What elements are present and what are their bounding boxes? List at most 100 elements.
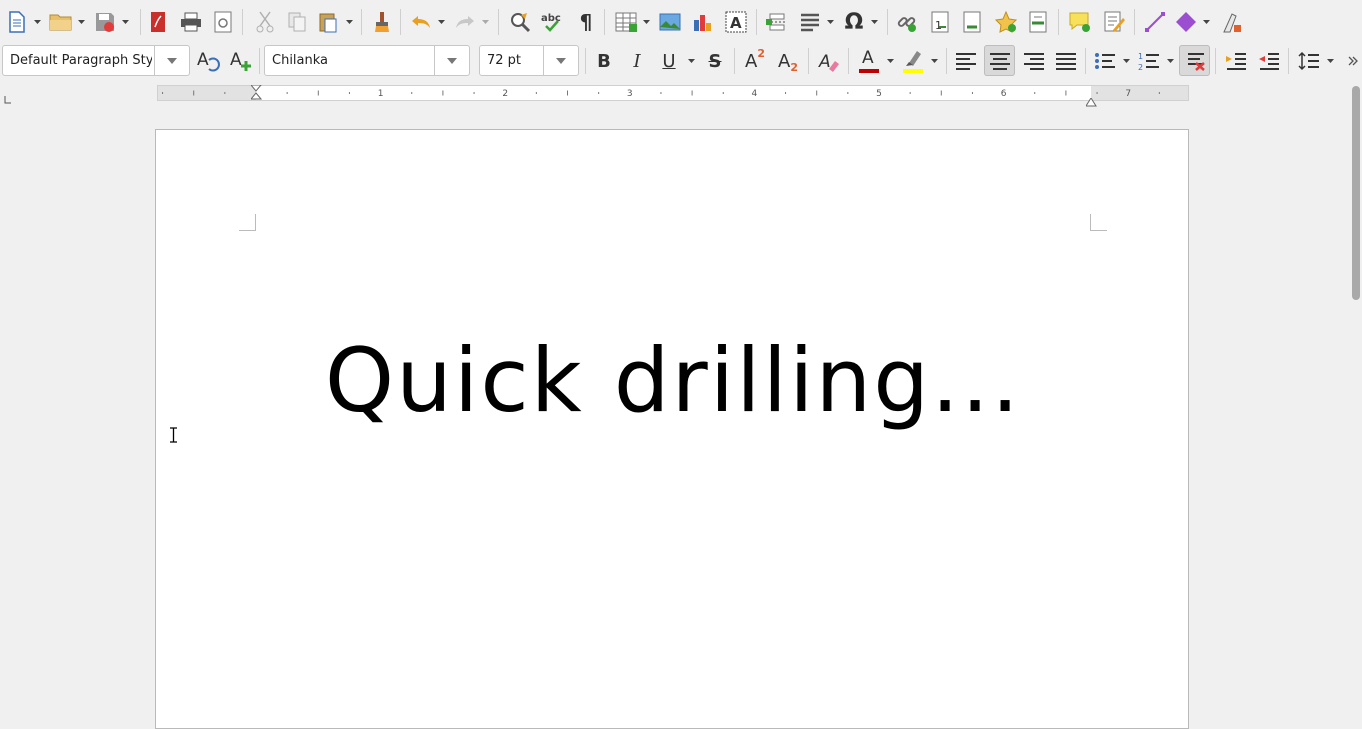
font-name-combo[interactable]: Chilanka — [264, 45, 470, 76]
copy-icon[interactable] — [284, 9, 310, 35]
font-size-combo[interactable]: 72 pt — [479, 45, 579, 76]
special-character-icon[interactable]: Ω — [841, 9, 867, 35]
align-left-button[interactable] — [953, 48, 979, 74]
italic-button[interactable]: I — [624, 48, 650, 74]
insert-table-dropdown-icon[interactable] — [641, 9, 651, 35]
clone-formatting-icon[interactable] — [369, 9, 395, 35]
formatting-marks-icon[interactable]: ¶ — [573, 9, 599, 35]
special-character-dropdown-icon[interactable] — [869, 9, 879, 35]
insert-line-icon[interactable] — [1142, 9, 1168, 35]
decrease-indent-button[interactable] — [1256, 48, 1282, 74]
separator — [1288, 48, 1289, 74]
horizontal-ruler[interactable]: 1 2 3 4 5 6 7 — [157, 84, 1189, 107]
corner-mark-top-right — [1090, 214, 1107, 231]
text-cursor-icon — [169, 427, 178, 447]
paragraph-style-combo[interactable]: Default Paragraph Styl — [2, 45, 190, 76]
font-name-dropdown-icon[interactable] — [434, 46, 469, 75]
undo-dropdown-icon[interactable] — [436, 9, 446, 35]
insert-hyperlink-icon[interactable] — [894, 9, 920, 35]
ruler-label: 4 — [752, 89, 758, 99]
cut-icon[interactable] — [252, 9, 278, 35]
insert-image-icon[interactable] — [657, 9, 683, 35]
bold-glyph: B — [597, 50, 611, 72]
highlight-color-button[interactable] — [900, 48, 926, 74]
font-color-button[interactable]: A — [856, 48, 882, 74]
new-dropdown-icon[interactable] — [32, 9, 42, 35]
toolbar-overflow-icon[interactable] — [1344, 48, 1362, 74]
unordered-list-button[interactable] — [1092, 48, 1118, 74]
document-text[interactable]: Quick drilling... — [156, 326, 1190, 436]
insert-field-dropdown-icon[interactable] — [825, 9, 835, 35]
line-spacing-dropdown-icon[interactable] — [1325, 48, 1335, 74]
export-pdf-icon[interactable] — [145, 9, 171, 35]
align-center-button[interactable] — [984, 45, 1015, 76]
scrollbar-thumb[interactable] — [1352, 86, 1360, 300]
highlight-color-swatch — [903, 69, 923, 73]
align-right-button[interactable] — [1021, 48, 1047, 74]
subscript-button[interactable]: A2 — [775, 48, 801, 74]
separator — [808, 48, 809, 74]
find-replace-icon[interactable] — [507, 9, 533, 35]
separator — [259, 48, 260, 74]
print-preview-icon[interactable] — [210, 9, 236, 35]
highlight-dropdown-icon[interactable] — [929, 48, 939, 74]
svg-text:1: 1 — [1138, 52, 1143, 61]
new-style-icon[interactable]: A — [228, 48, 254, 74]
insert-page-break-icon[interactable] — [764, 9, 790, 35]
draw-functions-icon[interactable] — [1218, 9, 1244, 35]
document-page[interactable]: Quick drilling... — [155, 129, 1189, 729]
insert-cross-reference-icon[interactable] — [1025, 9, 1051, 35]
paragraph-style-value[interactable]: Default Paragraph Styl — [10, 46, 152, 75]
update-style-icon[interactable]: A — [195, 48, 221, 74]
paste-dropdown-icon[interactable] — [344, 9, 354, 35]
spelling-icon[interactable]: abc — [539, 9, 565, 35]
print-icon[interactable] — [178, 9, 204, 35]
vertical-scrollbar[interactable] — [1349, 82, 1362, 663]
save-dropdown-icon[interactable] — [120, 9, 130, 35]
ordered-list-button[interactable]: 12 — [1136, 48, 1162, 74]
new-document-icon[interactable] — [4, 9, 30, 35]
insert-bookmark-icon[interactable] — [993, 9, 1019, 35]
underline-glyph: U — [662, 50, 676, 72]
insert-comment-icon[interactable] — [1067, 9, 1093, 35]
separator — [400, 9, 401, 35]
insert-endnote-icon[interactable] — [959, 9, 985, 35]
font-size-dropdown-icon[interactable] — [543, 46, 578, 75]
paragraph-style-dropdown-icon[interactable] — [154, 46, 189, 75]
clear-formatting-icon[interactable]: A — [816, 48, 842, 74]
strikethrough-button[interactable]: S — [702, 48, 728, 74]
tab-stop-selector[interactable] — [4, 89, 12, 104]
font-name-value[interactable]: Chilanka — [272, 46, 432, 75]
insert-field-icon[interactable] — [797, 9, 823, 35]
basic-shapes-dropdown-icon[interactable] — [1201, 9, 1211, 35]
superscript-button[interactable]: A2 — [742, 46, 768, 74]
line-spacing-button[interactable] — [1296, 48, 1322, 74]
save-icon[interactable] — [92, 9, 118, 35]
increase-indent-button[interactable] — [1223, 48, 1249, 74]
ordered-list-dropdown-icon[interactable] — [1165, 48, 1175, 74]
open-folder-icon[interactable] — [48, 9, 74, 35]
basic-shapes-icon[interactable] — [1173, 9, 1199, 35]
right-indent-marker[interactable] — [1085, 92, 1097, 111]
redo-icon[interactable] — [452, 9, 478, 35]
track-changes-icon[interactable] — [1101, 9, 1127, 35]
insert-footnote-icon[interactable]: 1 — [927, 9, 953, 35]
font-color-dropdown-icon[interactable] — [885, 48, 895, 74]
font-size-value[interactable]: 72 pt — [487, 46, 543, 75]
open-dropdown-icon[interactable] — [76, 9, 86, 35]
insert-chart-icon[interactable] — [690, 9, 716, 35]
superscript-mark: 2 — [757, 46, 765, 60]
unordered-list-dropdown-icon[interactable] — [1121, 48, 1131, 74]
no-list-button[interactable] — [1179, 45, 1210, 76]
underline-button[interactable]: U — [656, 48, 682, 74]
bold-button[interactable]: B — [591, 48, 617, 74]
paste-icon[interactable] — [315, 9, 341, 35]
insert-table-icon[interactable] — [613, 9, 639, 35]
underline-dropdown-icon[interactable] — [686, 48, 696, 74]
redo-dropdown-icon[interactable] — [480, 9, 490, 35]
undo-icon[interactable] — [408, 9, 434, 35]
first-line-indent-marker[interactable] — [249, 84, 263, 104]
insert-text-box-icon[interactable]: A — [723, 9, 749, 35]
ruler-label: 6 — [1001, 89, 1007, 99]
justify-button[interactable] — [1053, 48, 1079, 74]
